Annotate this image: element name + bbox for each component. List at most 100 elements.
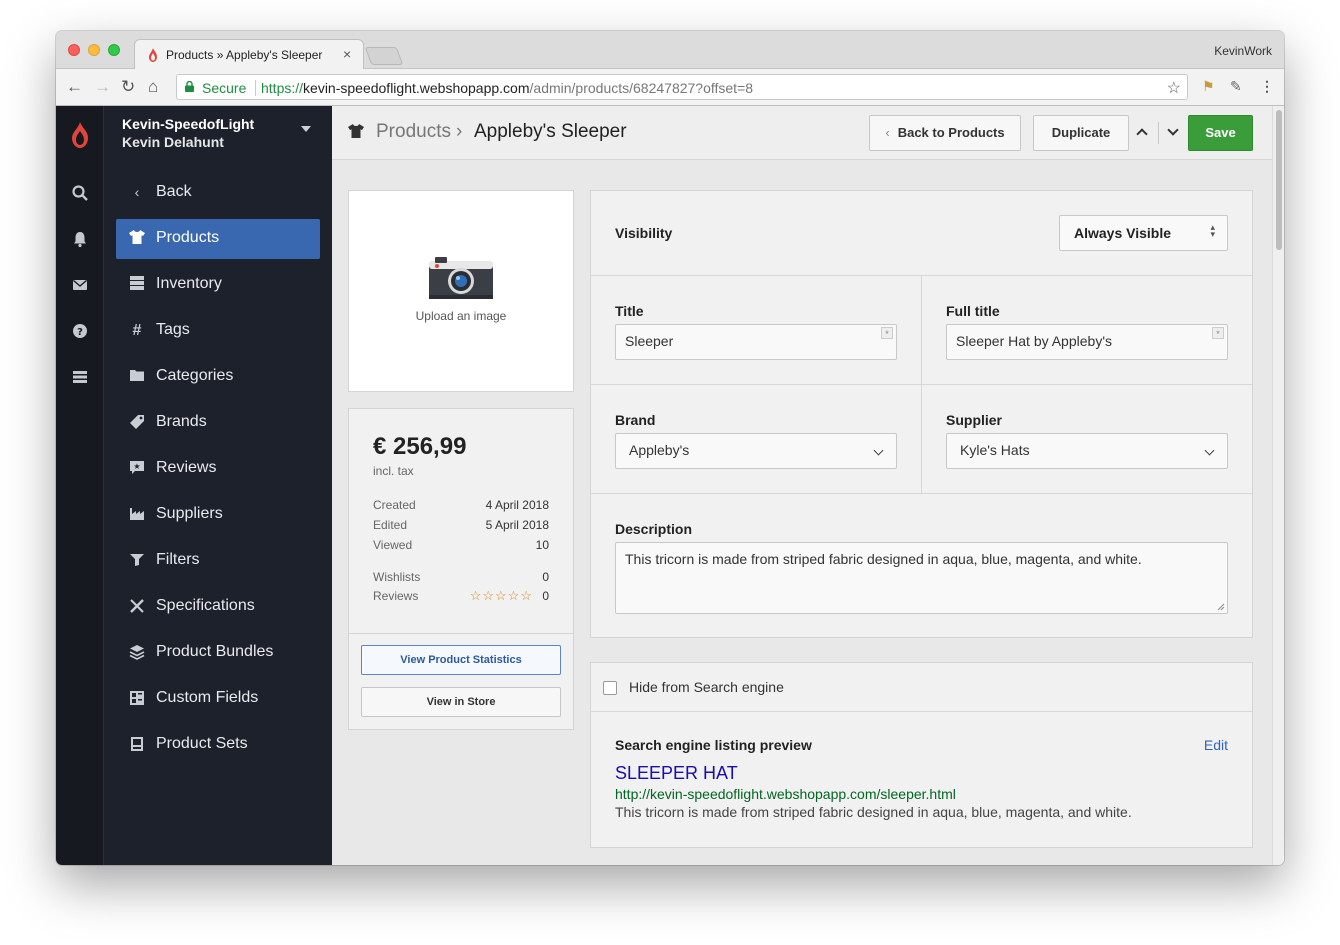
lock-icon xyxy=(185,81,194,92)
bookmark-star-icon[interactable]: ☆ xyxy=(1167,78,1181,98)
view-product-statistics-button[interactable]: View Product Statistics xyxy=(361,645,561,675)
camera-icon xyxy=(429,257,493,299)
page-scrollbar[interactable] xyxy=(1272,106,1284,865)
resize-handle-icon[interactable] xyxy=(1217,603,1225,611)
sidebar-item-back[interactable]: ‹ Back xyxy=(116,173,320,213)
chevron-down-icon xyxy=(1167,124,1179,136)
sidebar-item-filters[interactable]: Filters xyxy=(116,541,320,581)
chevron-left-icon: ‹ xyxy=(885,125,890,140)
browser-profile[interactable]: KevinWork xyxy=(1214,44,1272,58)
sidebar-item-label: Custom Fields xyxy=(156,689,259,706)
save-button[interactable]: Save xyxy=(1188,115,1253,151)
breadcrumb-separator: › xyxy=(456,121,463,142)
mail-icon[interactable] xyxy=(71,276,89,294)
full-title-label: Full title xyxy=(946,303,1000,319)
lightspeed-logo-icon[interactable] xyxy=(70,122,90,148)
sidebar-item-custom-fields[interactable]: Custom Fields xyxy=(116,679,320,719)
description-textarea[interactable]: This tricorn is made from striped fabric… xyxy=(615,542,1228,614)
view-in-store-button[interactable]: View in Store xyxy=(361,687,561,717)
store-icon[interactable] xyxy=(71,368,89,386)
back-arrow-icon[interactable]: ← xyxy=(66,77,83,97)
inventory-icon xyxy=(128,276,146,294)
minimize-window-button[interactable] xyxy=(88,44,100,56)
close-window-button[interactable] xyxy=(68,44,80,56)
stat-value: 0 xyxy=(542,570,549,584)
stat-value: 10 xyxy=(535,538,549,552)
title-input[interactable]: Sleeper * xyxy=(615,324,897,360)
sidebar-nav: ‹ Back Products Inventory # Tags Categor… xyxy=(116,173,320,771)
hide-from-search-checkbox[interactable] xyxy=(603,681,617,695)
next-product-button[interactable] xyxy=(1160,115,1188,151)
duplicate-label: Duplicate xyxy=(1051,125,1111,140)
description-value: This tricorn is made from striped fabric… xyxy=(625,551,1142,567)
full-title-input[interactable]: Sleeper Hat by Appleby's * xyxy=(946,324,1228,360)
sidebar-item-label: Product Sets xyxy=(156,735,248,752)
omnibox-separator xyxy=(255,80,256,96)
brand-select[interactable]: Appleby's xyxy=(615,433,897,469)
scrollbar-thumb[interactable] xyxy=(1276,110,1282,250)
breadcrumb-products-link[interactable]: Products xyxy=(376,121,451,143)
sidebar-item-reviews[interactable]: ★ Reviews xyxy=(116,449,320,489)
duplicate-button[interactable]: Duplicate xyxy=(1033,115,1129,151)
sidebar-item-product-bundles[interactable]: Product Bundles xyxy=(116,633,320,673)
previous-product-button[interactable] xyxy=(1129,115,1157,151)
sidebar-item-label: Products xyxy=(156,229,220,246)
product-form-panel: Visibility Always Visible ▴ ▾ Title Sleep… xyxy=(590,190,1253,638)
sidebar-item-product-sets[interactable]: Product Sets xyxy=(116,725,320,765)
sidebar-item-products[interactable]: Products xyxy=(116,219,320,259)
product-stats-panel: € 256,99 incl. tax Created 4 April 2018 … xyxy=(348,408,574,730)
sidebar-item-label: Brands xyxy=(156,413,207,430)
sidebar-item-label: Categories xyxy=(156,367,234,384)
save-label: Save xyxy=(1205,125,1236,140)
sidebar-item-brands[interactable]: Brands xyxy=(116,403,320,443)
visibility-select[interactable]: Always Visible ▴ ▾ xyxy=(1059,215,1228,251)
sidebar-item-suppliers[interactable]: Suppliers xyxy=(116,495,320,535)
sidebar-item-inventory[interactable]: Inventory xyxy=(116,265,320,305)
help-icon[interactable]: ? xyxy=(71,322,89,340)
shirt-icon xyxy=(128,230,146,248)
upload-image-label: Upload an image xyxy=(415,309,507,323)
sidebar-item-categories[interactable]: Categories xyxy=(116,357,320,397)
column-divider xyxy=(921,276,922,384)
brand-value: Appleby's xyxy=(629,442,690,458)
stat-viewed: Viewed 10 xyxy=(373,538,549,552)
review-icon: ★ xyxy=(128,460,146,478)
chevron-down-icon xyxy=(1204,445,1215,456)
sidebar-item-tags[interactable]: # Tags xyxy=(116,311,320,351)
sidebar-item-label: Suppliers xyxy=(156,505,223,522)
address-bar[interactable]: Secure https://kevin-speedoflight.websho… xyxy=(176,74,1188,100)
seo-preview-description: This tricorn is made from striped fabric… xyxy=(615,804,1132,820)
forward-arrow-icon[interactable]: → xyxy=(94,77,111,97)
eyedropper-icon[interactable]: ✎ xyxy=(1230,78,1242,95)
search-icon[interactable] xyxy=(71,184,89,202)
back-to-products-button[interactable]: ‹ Back to Products xyxy=(869,115,1021,151)
star-rating-icon: ☆☆☆☆☆ xyxy=(469,588,533,603)
home-icon[interactable]: ⌂ xyxy=(148,77,158,97)
bell-icon[interactable] xyxy=(71,230,89,248)
seo-edit-link[interactable]: Edit xyxy=(1204,737,1228,753)
stats-divider xyxy=(349,633,573,634)
supplier-label: Supplier xyxy=(946,412,1003,428)
supplier-value: Kyle's Hats xyxy=(960,442,1030,458)
seo-preview-title: SLEEPER HAT xyxy=(615,763,738,783)
tab-close-icon[interactable]: × xyxy=(343,46,351,62)
svg-text:★: ★ xyxy=(133,462,140,471)
app: ? Kevin-SpeedofLight Kevin Delahunt ‹ Ba… xyxy=(56,106,1284,865)
hide-from-search-label[interactable]: Hide from Search engine xyxy=(629,679,784,695)
brand-supplier-row: Brand Appleby's Supplier Kyle's Hats xyxy=(591,385,1252,494)
tag-icon xyxy=(128,414,146,432)
browser-window: Products » Appleby's Sleeper × KevinWork… xyxy=(56,31,1284,865)
seo-preview-url: http://kevin-speedoflight.webshopapp.com… xyxy=(615,786,956,802)
supplier-select[interactable]: Kyle's Hats xyxy=(946,433,1228,469)
menu-kebab-icon[interactable]: ⋮ xyxy=(1260,78,1274,95)
image-upload-panel[interactable]: Upload an image xyxy=(348,190,574,392)
maximize-window-button[interactable] xyxy=(108,44,120,56)
sidebar-item-specifications[interactable]: Specifications xyxy=(116,587,320,627)
browser-tab[interactable]: Products » Appleby's Sleeper × xyxy=(134,39,364,69)
reload-icon[interactable]: ↻ xyxy=(121,77,135,97)
extension-icon[interactable]: ⚑ xyxy=(1202,78,1215,95)
sidebar-item-label: Inventory xyxy=(156,275,222,292)
new-tab-button[interactable] xyxy=(364,47,404,65)
sidebar-item-label: Tags xyxy=(156,321,190,338)
tools-icon xyxy=(128,598,146,616)
